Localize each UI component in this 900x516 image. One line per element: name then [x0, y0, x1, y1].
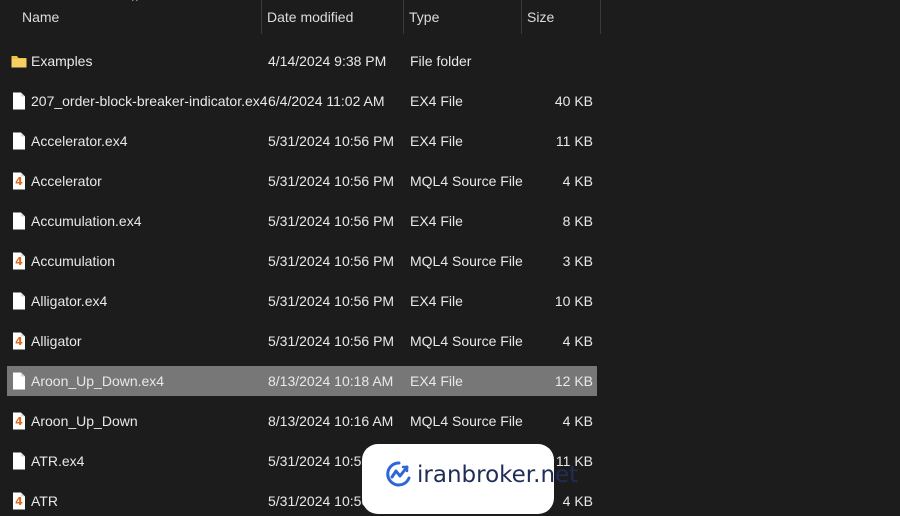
file-name: Examples — [31, 53, 93, 69]
file-name: Accumulation.ex4 — [31, 213, 142, 229]
file-date-modified: 5/31/2024 10:56 PM — [268, 173, 395, 189]
file-size: 4 KB — [562, 333, 593, 349]
file-name: Alligator.ex4 — [31, 293, 108, 309]
column-header-name[interactable]: Name — [22, 0, 59, 34]
file-row[interactable]: Accumulation.ex4 5/31/2024 10:56 PM EX4 Fi… — [7, 206, 597, 236]
file-type: MQL4 Source File — [410, 413, 523, 429]
column-header-size[interactable]: Size — [527, 0, 554, 34]
file-name: Aroon_Up_Down.ex4 — [31, 373, 165, 389]
file-date-modified: 5/31/2024 10:56 PM — [268, 133, 395, 149]
watermark-text: iranbroker.net — [417, 462, 579, 488]
file-name: Alligator — [31, 333, 82, 349]
file-row[interactable]: 4 Alligator 5/31/2024 10:56 PM MQL4 Source … — [7, 326, 597, 356]
file-icon — [11, 132, 27, 150]
file-size: 12 KB — [554, 373, 593, 389]
file-type: MQL4 Source File — [410, 333, 523, 349]
file-icon — [11, 92, 27, 110]
watermark-badge: iranbroker.net — [362, 444, 578, 514]
file-type: EX4 File — [410, 213, 463, 229]
file-type: EX4 File — [410, 133, 463, 149]
file-size: 3 KB — [562, 253, 593, 269]
svg-text:4: 4 — [15, 415, 23, 428]
file-name: Accelerator.ex4 — [31, 133, 128, 149]
file-type: File folder — [410, 53, 472, 69]
mql4-file-icon: 4 — [11, 172, 27, 190]
file-row[interactable]: Accelerator.ex4 5/31/2024 10:56 PM EX4 Fil… — [7, 126, 597, 156]
file-name: Accelerator — [31, 173, 102, 189]
mql4-file-icon: 4 — [11, 252, 27, 270]
column-divider[interactable] — [261, 0, 262, 34]
file-type: MQL4 Source File — [410, 173, 523, 189]
iranbroker-logo-icon — [386, 461, 411, 487]
file-name: Accumulation — [31, 253, 116, 269]
file-row[interactable]: 4 Aroon_Up_Down 8/13/2024 10:16 AM MQL4 Sou… — [7, 406, 597, 436]
file-icon — [11, 212, 27, 230]
file-date-modified: 6/4/2024 11:02 AM — [268, 93, 385, 109]
file-row[interactable]: 4 Accelerator 5/31/2024 10:56 PM MQL4 Sourc… — [7, 166, 597, 196]
column-divider[interactable] — [600, 0, 601, 34]
file-type: EX4 File — [410, 293, 463, 309]
file-name: Aroon_Up_Down — [31, 413, 138, 429]
file-type: EX4 File — [410, 93, 463, 109]
column-header-type[interactable]: Type — [409, 0, 439, 34]
file-size: 4 KB — [562, 413, 593, 429]
file-icon — [11, 372, 27, 390]
file-date-modified: 5/31/2024 10:56 PM — [268, 213, 395, 229]
file-size: 40 KB — [554, 93, 593, 109]
file-size: 4 KB — [562, 173, 593, 189]
column-divider[interactable] — [403, 0, 404, 34]
svg-text:4: 4 — [15, 175, 23, 188]
file-type: MQL4 Source File — [410, 253, 523, 269]
file-name: 207_order-block-breaker-indicator.ex4 — [31, 93, 268, 109]
svg-text:4: 4 — [15, 495, 23, 508]
file-row[interactable]: 4 Accumulation 5/31/2024 10:56 PM MQL4 Sour… — [7, 246, 597, 276]
file-name: ATR.ex4 — [31, 453, 85, 469]
file-name: ATR — [31, 493, 58, 509]
file-icon — [11, 292, 27, 310]
file-date-modified: 5/31/2024 10:56 PM — [268, 333, 395, 349]
column-header-date-modified[interactable]: Date modified — [267, 0, 353, 34]
file-date-modified: 8/13/2024 10:18 AM — [268, 373, 394, 389]
file-date-modified: 5/31/2024 10:56 PM — [268, 253, 395, 269]
file-date-modified: 5/31/2024 10:56 PM — [268, 293, 395, 309]
column-divider[interactable] — [521, 0, 522, 34]
file-row[interactable]: 207_order-block-breaker-indicator.ex4 6/4… — [7, 86, 597, 116]
file-date-modified: 4/14/2024 9:38 PM — [268, 53, 387, 69]
file-date-modified: 8/13/2024 10:16 AM — [268, 413, 394, 429]
file-row[interactable]: Aroon_Up_Down.ex4 8/13/2024 10:18 AM EX4 F… — [7, 366, 597, 396]
svg-text:4: 4 — [15, 335, 23, 348]
mql4-file-icon: 4 — [11, 332, 27, 350]
file-icon — [11, 452, 27, 470]
file-row[interactable]: Alligator.ex4 5/31/2024 10:56 PM EX4 File 1… — [7, 286, 597, 316]
folder-icon — [11, 52, 27, 70]
file-size: 10 KB — [554, 293, 593, 309]
file-row[interactable]: Examples 4/14/2024 9:38 PM File folder — [7, 46, 597, 76]
file-size: 4 KB — [562, 493, 593, 509]
column-header-bar: Name ^ Date modified Type Size — [0, 0, 602, 34]
file-type: EX4 File — [410, 373, 463, 389]
svg-text:4: 4 — [15, 255, 23, 268]
sort-ascending-icon[interactable]: ^ — [132, 0, 138, 8]
mql4-file-icon: 4 — [11, 492, 27, 510]
file-size: 8 KB — [562, 213, 593, 229]
mql4-file-icon: 4 — [11, 412, 27, 430]
file-size: 11 KB — [555, 133, 593, 149]
